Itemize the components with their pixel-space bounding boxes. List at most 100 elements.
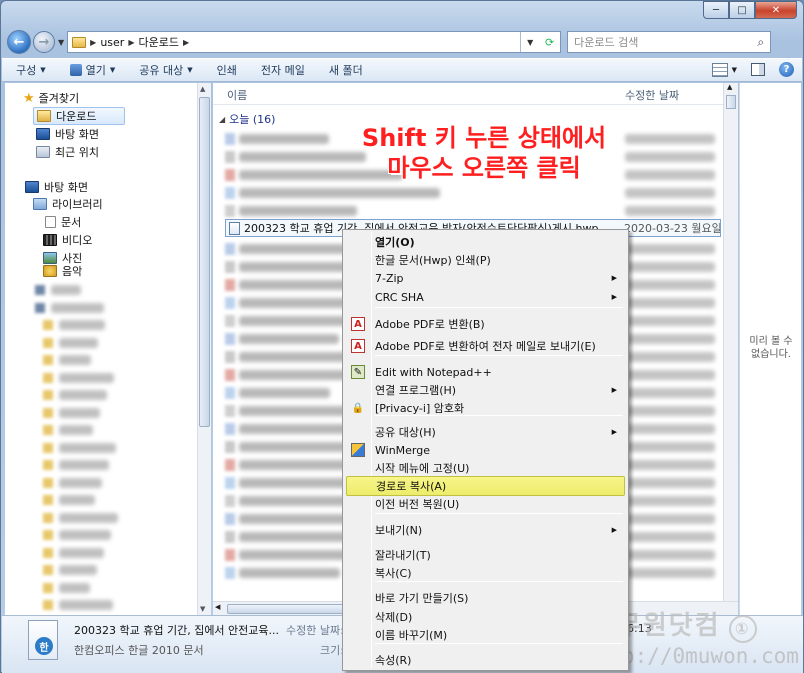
scroll-down-icon[interactable]: ▼: [200, 605, 205, 613]
scroll-left-icon[interactable]: ◀: [215, 603, 220, 611]
refresh-icon[interactable]: ⟳: [545, 36, 554, 49]
context-menu-item[interactable]: 7-Zip ▶: [346, 268, 625, 288]
nav-desktop-root[interactable]: 바탕 화면: [25, 178, 88, 196]
desktop-icon: [25, 181, 39, 193]
scroll-up-icon[interactable]: ▲: [727, 83, 732, 91]
email-button[interactable]: 전자 메일: [261, 62, 305, 78]
blurred-file-icon: [225, 477, 235, 489]
recent-pages-dropdown-icon[interactable]: ▼: [58, 38, 64, 47]
context-menu-item[interactable]: ✎ Edit with Notepad++: [346, 362, 625, 382]
scrollbar-thumb[interactable]: [227, 604, 347, 614]
address-actions: ▼ ⟳: [520, 32, 560, 52]
context-menu-item[interactable]: 열기(O): [346, 232, 625, 252]
blurred-folder-icon: [35, 285, 45, 295]
nav-videos[interactable]: 비디오: [43, 231, 92, 249]
blurred-file-date: [625, 316, 715, 326]
blurred-folder-name: [59, 442, 116, 453]
context-menu-item[interactable]: A Adobe PDF로 변환하여 전자 메일로 보내기(E): [346, 336, 625, 356]
context-menu-item[interactable]: 공유 대상(H) ▶: [346, 422, 625, 442]
breadcrumb-downloads[interactable]: 다운로드: [138, 34, 178, 50]
organize-button[interactable]: 구성 ▼: [16, 62, 46, 78]
blurred-file-name: [239, 514, 349, 524]
help-icon[interactable]: ?: [779, 62, 794, 77]
address-dropdown-icon[interactable]: ▼: [527, 38, 533, 47]
blurred-file-icon: [225, 567, 235, 579]
address-bar[interactable]: ▶ user ▶ 다운로드 ▶ ▼ ⟳: [67, 31, 562, 53]
collapse-triangle-icon[interactable]: ◢: [219, 115, 225, 124]
blurred-file-date: [625, 568, 715, 578]
nav-recent[interactable]: 최근 위치: [36, 143, 99, 161]
search-icon[interactable]: ⌕: [757, 35, 764, 50]
column-name-header[interactable]: 이름: [227, 87, 247, 103]
blurred-file-icon: [225, 351, 235, 363]
context-menu-item[interactable]: 바로 가기 만들기(S): [346, 588, 625, 608]
blurred-folder-name: [59, 320, 105, 330]
scrollbar-thumb[interactable]: [726, 95, 736, 109]
chevron-right-icon[interactable]: ▶: [128, 38, 134, 47]
blurred-file-name: [239, 388, 330, 398]
context-menu-item[interactable]: 삭제(D): [346, 607, 625, 627]
context-menu-item[interactable]: 한글 문서(Hwp) 인쇄(P): [346, 250, 625, 270]
nav-downloads[interactable]: 다운로드: [33, 107, 125, 125]
context-menu-item[interactable]: 속성(R): [346, 650, 625, 670]
blurred-file-icon: [225, 423, 235, 435]
print-button[interactable]: 인쇄: [217, 62, 237, 78]
nav-label: 음악: [62, 265, 83, 277]
context-menu-item[interactable]: 경로로 복사(A): [346, 476, 625, 496]
view-details-icon: [711, 62, 728, 77]
nav-pane-scrollbar[interactable]: ▲ ▼: [197, 83, 211, 615]
context-menu-item[interactable]: 연결 프로그램(H) ▶: [346, 380, 625, 400]
maximize-button[interactable]: □: [729, 1, 755, 19]
new-folder-button[interactable]: 새 폴더: [329, 62, 363, 78]
nav-desktop[interactable]: 바탕 화면: [36, 125, 99, 143]
menu-separator: [375, 355, 623, 356]
context-menu-item[interactable]: 보내기(N) ▶: [346, 520, 625, 540]
recent-places-icon: [36, 146, 50, 158]
nav-libraries[interactable]: 라이브러리: [33, 195, 103, 213]
blurred-folder-icon: [43, 565, 53, 575]
context-menu-item[interactable]: 이름 바꾸기(M): [346, 625, 625, 645]
blurred-folder-icon: [43, 407, 53, 418]
context-menu-item[interactable]: 이전 버전 복원(U): [346, 494, 625, 514]
organize-label: 구성: [16, 64, 37, 77]
blurred-folder-icon: [43, 547, 53, 558]
forward-arrow-icon[interactable]: →: [33, 31, 55, 53]
group-header-today[interactable]: ◢ 오늘 (16): [219, 111, 275, 127]
open-label: 열기: [85, 64, 106, 77]
context-menu-item[interactable]: 복사(C): [346, 563, 625, 583]
context-menu-item[interactable]: A Adobe PDF로 변환(B): [346, 314, 625, 334]
context-menu-item[interactable]: 잘라내기(T): [346, 545, 625, 565]
scrollbar-thumb[interactable]: [199, 97, 210, 427]
breadcrumb-user[interactable]: user: [100, 36, 124, 49]
details-size-label: 크기:: [320, 644, 344, 657]
share-button[interactable]: 공유 대상 ▼: [139, 62, 192, 78]
nav-music[interactable]: 음악: [43, 265, 82, 277]
context-menu-item[interactable]: WinMerge: [346, 440, 625, 460]
blurred-folder-name: [59, 355, 91, 365]
menu-item-label: Adobe PDF로 변환하여 전자 메일로 보내기(E): [375, 340, 596, 353]
star-icon: ★: [23, 90, 35, 106]
context-menu-item[interactable]: CRC SHA ▶: [346, 287, 625, 307]
preview-pane-icon[interactable]: [751, 63, 765, 76]
nav-label: 바탕 화면: [55, 128, 99, 141]
file-list-vertical-scrollbar[interactable]: ▲: [723, 83, 738, 601]
open-button[interactable]: 열기 ▼: [69, 62, 115, 78]
nav-documents[interactable]: 문서: [45, 213, 81, 231]
back-arrow-icon[interactable]: ←: [7, 30, 31, 54]
menu-item-label: 한글 문서(Hwp) 인쇄(P): [375, 254, 491, 267]
minimize-button[interactable]: ─: [703, 1, 729, 19]
column-modified-header[interactable]: 수정한 날짜: [625, 87, 679, 103]
context-menu-item[interactable]: 시작 메뉴에 고정(U): [346, 458, 625, 478]
nav-favorites[interactable]: ★ 즐겨찾기: [23, 89, 79, 107]
chevron-right-icon[interactable]: ▶: [183, 38, 189, 47]
blurred-folder-name: [59, 407, 100, 418]
menu-item-label: 복사(C): [375, 567, 412, 580]
blurred-folder-name: [59, 582, 90, 593]
window-controls: ─ □ ✕: [703, 1, 797, 19]
close-button[interactable]: ✕: [755, 1, 797, 19]
scroll-up-icon[interactable]: ▲: [200, 85, 205, 93]
view-options-button[interactable]: ▼: [711, 62, 737, 77]
search-input[interactable]: 다운로드 검색 ⌕: [567, 31, 772, 53]
blurred-file-date: [625, 262, 715, 272]
chevron-right-icon[interactable]: ▶: [90, 38, 96, 47]
